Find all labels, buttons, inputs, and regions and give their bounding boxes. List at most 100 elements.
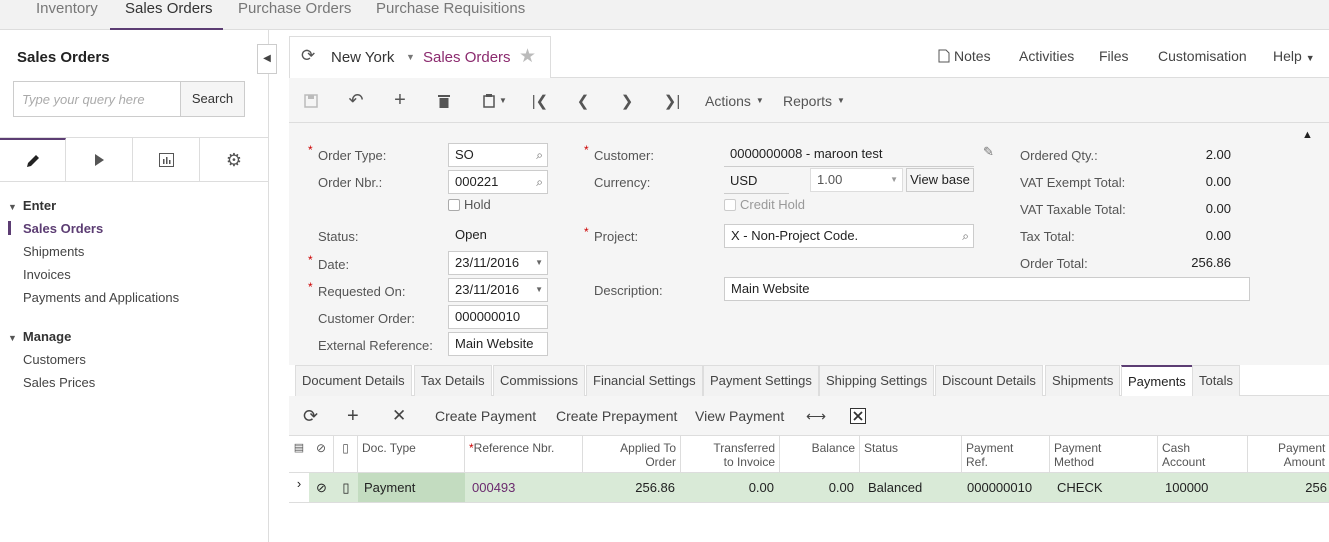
edit-customer-icon[interactable]: ✎: [983, 144, 994, 160]
attachments-column-icon[interactable]: ⊘: [309, 436, 334, 473]
sidebar-item-sales-orders[interactable]: Sales Orders: [23, 221, 103, 236]
date-field[interactable]: 23/11/2016 ▼: [448, 251, 548, 275]
project-field[interactable]: X - Non-Project Code. ⌕: [724, 224, 974, 248]
refresh-icon[interactable]: ⟳: [301, 46, 315, 66]
caret-down-icon[interactable]: ▼: [535, 279, 543, 301]
tab-payments[interactable]: Payments: [1121, 365, 1193, 396]
search-icon[interactable]: ⌕: [536, 171, 543, 193]
cell-doc-type[interactable]: Payment: [358, 473, 465, 502]
undo-icon[interactable]: ↶: [344, 78, 368, 123]
tab-tax-details[interactable]: Tax Details: [414, 365, 492, 396]
sidebar-tab-settings[interactable]: ⚙: [200, 138, 268, 182]
tab-purchase-orders[interactable]: Purchase Orders: [238, 0, 351, 30]
row-note-icon[interactable]: ▯: [334, 473, 358, 502]
row-attachment-icon[interactable]: ⊘: [309, 473, 334, 502]
col-payment-amount[interactable]: Payment Amount: [1248, 436, 1329, 473]
cell-reference-nbr-link[interactable]: 000493: [465, 473, 583, 502]
col-cash-account[interactable]: Cash Account: [1158, 436, 1248, 473]
tab-discount-details[interactable]: Discount Details: [935, 365, 1043, 396]
add-row-icon[interactable]: +: [347, 396, 359, 436]
sidebar-item-shipments[interactable]: Shipments: [23, 244, 84, 259]
caret-down-icon[interactable]: ▼: [890, 169, 898, 191]
sidebar-tab-inquiries[interactable]: [133, 138, 200, 182]
export-excel-icon[interactable]: [850, 396, 866, 436]
cell-cash-account[interactable]: 100000: [1158, 473, 1248, 502]
cell-balance[interactable]: 0.00: [780, 473, 860, 502]
cell-payment-amount[interactable]: 256: [1248, 473, 1329, 502]
view-payment-button[interactable]: View Payment: [695, 396, 784, 436]
col-applied-to-order[interactable]: Applied To Order: [583, 436, 681, 473]
col-payment-method[interactable]: Payment Method: [1050, 436, 1158, 473]
col-reference-nbr[interactable]: *Reference Nbr.: [465, 436, 583, 473]
col-status[interactable]: Status: [860, 436, 962, 473]
collapse-form-icon[interactable]: ▲: [1302, 129, 1313, 141]
sidebar-group-manage[interactable]: ▼ Manage: [8, 329, 71, 344]
sidebar-item-customers[interactable]: Customers: [23, 352, 86, 367]
fit-columns-icon[interactable]: ⟷: [806, 396, 826, 436]
notes-link[interactable]: Notes: [938, 48, 991, 64]
refresh-icon[interactable]: ⟳: [303, 396, 318, 436]
row-expand-icon[interactable]: ›: [289, 473, 309, 502]
files-link[interactable]: Files: [1099, 48, 1129, 64]
cell-payment-method[interactable]: CHECK: [1050, 473, 1158, 502]
external-reference-field[interactable]: Main Website: [448, 332, 548, 356]
grid-settings-icon[interactable]: ▤: [289, 436, 309, 473]
reports-menu[interactable]: Reports ▼: [783, 78, 845, 123]
description-field[interactable]: Main Website: [724, 277, 1250, 301]
create-payment-button[interactable]: Create Payment: [435, 396, 536, 436]
actions-menu[interactable]: Actions ▼: [705, 78, 764, 123]
hold-checkbox[interactable]: [448, 199, 460, 211]
caret-down-icon[interactable]: ▼: [535, 252, 543, 274]
col-transferred-to-invoice[interactable]: Transferred to Invoice: [681, 436, 780, 473]
sidebar-item-payments-applications[interactable]: Payments and Applications: [23, 290, 179, 305]
next-record-icon[interactable]: ❯: [616, 78, 638, 123]
add-icon[interactable]: +: [389, 78, 411, 123]
star-icon[interactable]: ★: [519, 45, 536, 68]
customer-order-field[interactable]: 000000010: [448, 305, 548, 329]
copy-paste-menu[interactable]: ▼: [478, 78, 512, 123]
help-menu[interactable]: Help ▼: [1273, 48, 1315, 64]
cell-payment-ref[interactable]: 000000010: [962, 473, 1050, 502]
order-nbr-field[interactable]: 000221 ⌕: [448, 170, 548, 194]
cell-status[interactable]: Balanced: [860, 473, 962, 502]
credit-hold-checkbox[interactable]: [724, 199, 736, 211]
tab-inventory[interactable]: Inventory: [36, 0, 98, 30]
tab-document-details[interactable]: Document Details: [295, 365, 412, 396]
sidebar-tab-process[interactable]: [66, 138, 133, 182]
customer-field[interactable]: 0000000008 - maroon test: [724, 143, 974, 167]
requested-on-field[interactable]: 23/11/2016 ▼: [448, 278, 548, 302]
tab-financial-settings[interactable]: Financial Settings: [586, 365, 703, 396]
order-type-field[interactable]: SO ⌕: [448, 143, 548, 167]
tab-sales-orders[interactable]: Sales Orders: [110, 0, 223, 30]
sidebar-item-invoices[interactable]: Invoices: [23, 267, 71, 282]
cell-applied-to-order[interactable]: 256.86: [583, 473, 681, 502]
delete-row-icon[interactable]: ✕: [392, 396, 406, 436]
col-payment-ref[interactable]: Payment Ref.: [962, 436, 1050, 473]
caret-down-icon[interactable]: ▼: [406, 52, 415, 62]
save-icon[interactable]: [299, 78, 323, 123]
currency-field[interactable]: USD: [724, 170, 789, 194]
col-balance[interactable]: Balance: [780, 436, 860, 473]
search-icon[interactable]: ⌕: [962, 225, 969, 247]
customisation-link[interactable]: Customisation: [1158, 48, 1247, 64]
notes-column-icon[interactable]: ▯: [334, 436, 358, 473]
sidebar-search-input[interactable]: [13, 81, 181, 117]
tab-shipping-settings[interactable]: Shipping Settings: [819, 365, 935, 396]
branch-selector[interactable]: New York: [331, 49, 394, 66]
previous-record-icon[interactable]: ❮: [572, 78, 594, 123]
tab-purchase-requisitions[interactable]: Purchase Requisitions: [376, 0, 525, 30]
tab-shipments[interactable]: Shipments: [1045, 365, 1121, 396]
cell-transferred-to-invoice[interactable]: 0.00: [681, 473, 780, 502]
currency-rate-field[interactable]: 1.00 ▼: [810, 168, 903, 192]
delete-icon[interactable]: [433, 78, 455, 123]
sidebar-group-enter[interactable]: ▼ Enter: [8, 198, 56, 213]
search-icon[interactable]: ⌕: [536, 144, 543, 166]
view-base-button[interactable]: View base: [906, 168, 974, 192]
sidebar-tab-edit[interactable]: [0, 138, 66, 182]
first-record-icon[interactable]: |❮: [529, 78, 551, 123]
col-doc-type[interactable]: Doc. Type: [358, 436, 465, 473]
tab-payment-settings[interactable]: Payment Settings: [703, 365, 819, 396]
last-record-icon[interactable]: ❯|: [661, 78, 683, 123]
sidebar-collapse-button[interactable]: ◀: [257, 44, 277, 74]
sidebar-item-sales-prices[interactable]: Sales Prices: [23, 375, 95, 390]
